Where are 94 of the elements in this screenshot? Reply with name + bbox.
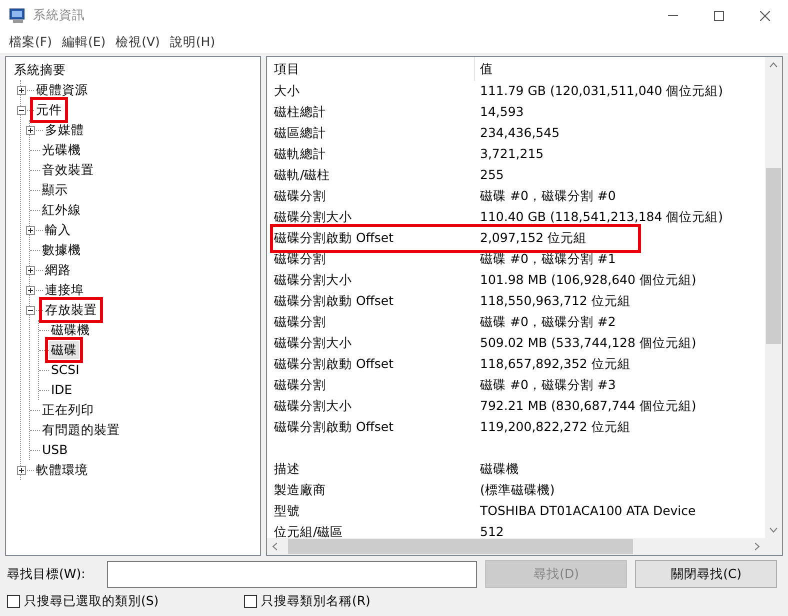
table-cell-text: 製造廠商: [274, 481, 327, 500]
table-cell-text: 磁軌總計: [274, 145, 327, 164]
horizontal-scrollbar[interactable]: [267, 538, 765, 555]
tree-item[interactable]: IDE: [49, 381, 74, 399]
collapse-icon[interactable]: [26, 306, 35, 314]
minimize-icon: [668, 15, 678, 16]
tree-item[interactable]: 硬體資源: [34, 81, 90, 99]
menu-item[interactable]: 說明(H): [164, 32, 220, 52]
table-cell-text: 111.79 GB (120,031,511,040 個位元組): [479, 82, 724, 100]
tree-item[interactable]: 正在列印: [40, 401, 96, 419]
table-cell-text: 101.98 MB (106,928,640 個位元組): [479, 271, 696, 290]
menu-item[interactable]: 編輯(E): [56, 32, 111, 52]
table-cell-text: 磁區總計: [274, 124, 327, 142]
tree-item[interactable]: 光碟機: [40, 141, 83, 159]
table-cell-text: 磁碟分割大小: [274, 397, 353, 416]
tree-item[interactable]: 紅外線: [40, 201, 83, 219]
table-cell-text: 描述: [274, 460, 301, 478]
table-cell-text: 2,097,152 位元組: [479, 229, 587, 248]
table-cell-text: 磁碟分割大小: [274, 334, 353, 352]
collapse-icon[interactable]: [17, 106, 26, 114]
checkbox-label[interactable]: 只搜尋類別名稱(R): [261, 592, 370, 611]
table-cell-text: 磁碟 #0，磁碟分割 #1: [479, 250, 616, 268]
tree-item[interactable]: SCSI: [49, 361, 82, 379]
expand-icon[interactable]: [26, 286, 35, 294]
table-cell-text: 磁碟分割: [274, 187, 327, 206]
table-cell-text: 磁碟分割大小: [274, 208, 353, 226]
table-cell-text: 118,657,892,352 位元組: [479, 355, 630, 374]
find-label: 尋找目標(W):: [7, 564, 86, 583]
scroll-right-icon: [754, 542, 760, 551]
column-header[interactable]: 項目: [274, 60, 474, 78]
tree-item[interactable]: 磁碟: [49, 341, 79, 359]
checkbox-label[interactable]: 只搜尋已選取的類別(S): [24, 592, 159, 611]
table-cell-text: 磁碟分割啟動 Offset: [274, 292, 395, 310]
expand-icon[interactable]: [26, 226, 35, 234]
table-cell-text: 型號: [274, 502, 301, 520]
tree-item[interactable]: 有問題的裝置: [40, 421, 122, 439]
table-cell-text: 磁碟分割: [274, 250, 327, 268]
table-cell-text: 磁碟機: [479, 460, 519, 478]
table-cell-text: 磁碟 #0，磁碟分割 #3: [479, 376, 616, 394]
checkbox[interactable]: [244, 594, 257, 608]
table-cell-text: 磁碟分割啟動 Offset: [274, 418, 395, 436]
scrollbar-thumb[interactable]: [766, 168, 781, 344]
expand-icon[interactable]: [26, 266, 35, 274]
table-cell-text: 位元組/磁區: [274, 523, 344, 538]
tree-item[interactable]: 軟體環境: [34, 461, 90, 479]
table-cell-text: 110.40 GB (118,541,213,184 個位元組): [479, 208, 724, 226]
table-cell-text: 磁軌/磁柱: [274, 166, 332, 184]
table-cell-text: 118,550,963,712 位元組: [479, 292, 630, 310]
checkbox[interactable]: [7, 594, 20, 608]
menu-item[interactable]: 檔案(F): [4, 32, 57, 52]
table-cell-text: 磁碟分割: [274, 376, 327, 394]
scroll-down-icon: [769, 527, 778, 533]
search-field[interactable]: [107, 560, 478, 588]
table-cell-text: (標準磁碟機): [479, 481, 555, 500]
tree-item[interactable]: 輸入: [43, 221, 73, 239]
tree-item[interactable]: 連接埠: [43, 281, 86, 299]
vertical-scrollbar[interactable]: [765, 57, 782, 538]
expand-icon[interactable]: [17, 86, 26, 94]
table-cell-text: 大小: [274, 82, 301, 100]
window-title: 系統資訊: [33, 6, 85, 24]
table-cell-text: 509.02 MB (533,744,128 個位元組): [479, 334, 696, 352]
table-cell-text: 磁碟分割啟動 Offset: [274, 355, 395, 374]
table-cell-text: 3,721,215: [479, 145, 544, 164]
table-cell-text: 磁碟分割啟動 Offset: [274, 229, 395, 248]
table-cell-text: 792.21 MB (830,687,744 個位元組): [479, 397, 696, 416]
tree-item[interactable]: 系統摘要: [12, 61, 68, 79]
app-icon: [9, 8, 27, 24]
expand-icon[interactable]: [17, 466, 26, 474]
expand-icon[interactable]: [26, 126, 35, 134]
close-icon: [760, 10, 770, 20]
tree-item[interactable]: 音效裝置: [40, 161, 96, 179]
table-cell-text: 磁碟 #0，磁碟分割 #2: [479, 313, 616, 332]
tree-item[interactable]: 磁碟機: [49, 321, 92, 339]
table-cell-text: 磁碟分割: [274, 313, 327, 332]
menu-item[interactable]: 檢視(V): [110, 32, 165, 52]
table-cell-text: 255: [479, 166, 504, 184]
tree-item[interactable]: 網路: [43, 261, 73, 279]
tree-item[interactable]: 數據機: [40, 241, 83, 259]
table-cell-text: 磁碟 #0，磁碟分割 #0: [479, 187, 616, 206]
scroll-left-icon: [272, 542, 278, 551]
scroll-up-icon: [769, 62, 778, 68]
table-cell-text: 磁柱總計: [274, 103, 327, 122]
table-cell-text: 119,200,822,272 位元組: [479, 418, 630, 436]
tree-item[interactable]: 顯示: [40, 181, 70, 199]
table-cell-text: 512: [479, 523, 504, 538]
table-cell-text: TOSHIBA DT01ACA100 ATA Device: [479, 502, 696, 520]
scrollbar-thumb[interactable]: [288, 539, 633, 554]
table-cell-text: 234,436,545: [479, 124, 560, 142]
table-cell-text: 14,593: [479, 103, 524, 122]
table-cell-text: 磁碟分割大小: [274, 271, 353, 290]
maximize-icon: [714, 10, 724, 20]
tree-item[interactable]: 多媒體: [43, 121, 86, 139]
tree-item[interactable]: USB: [40, 441, 70, 459]
close-find-button[interactable]: 關閉尋找(C): [635, 560, 778, 588]
